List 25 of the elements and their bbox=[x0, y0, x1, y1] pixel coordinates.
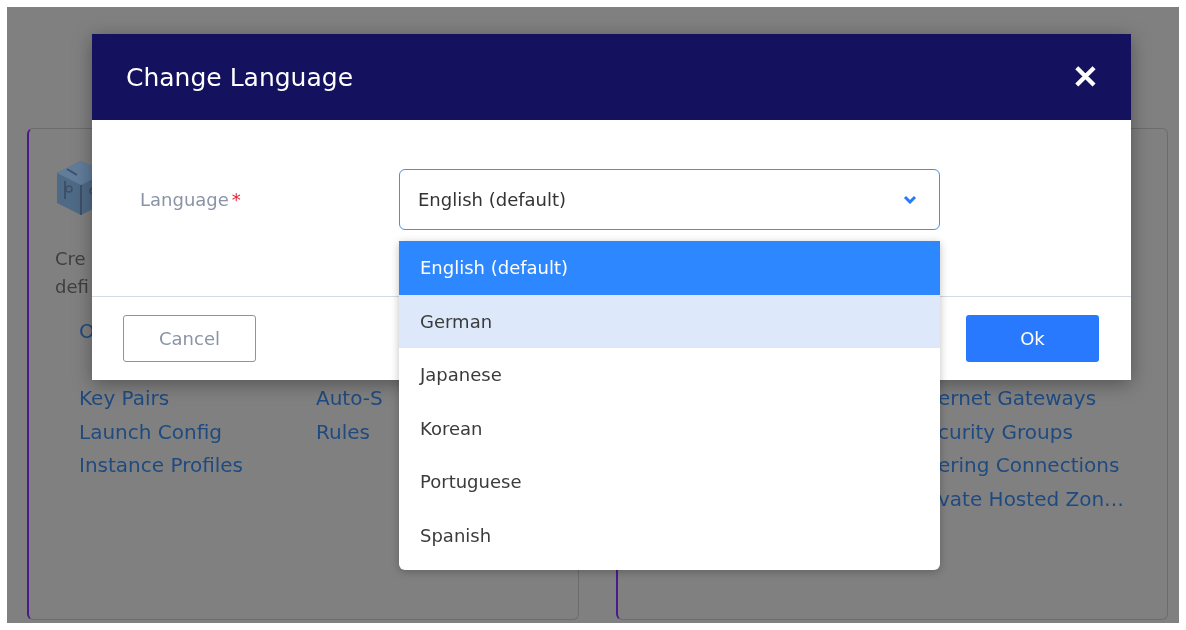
resource-link[interactable]: Launch Config bbox=[79, 415, 222, 449]
dialog-title: Change Language bbox=[126, 62, 354, 92]
resource-link[interactable]: vate Hosted Zon… bbox=[938, 482, 1125, 516]
language-option[interactable]: English (default) bbox=[399, 241, 940, 295]
resource-link[interactable]: ernet Gateways bbox=[938, 382, 1097, 416]
ok-button[interactable]: Ok bbox=[966, 315, 1099, 362]
language-option[interactable]: Japanese bbox=[399, 348, 940, 402]
close-button[interactable]: ✕ bbox=[1072, 61, 1099, 93]
resource-link[interactable]: curity Groups bbox=[938, 415, 1073, 449]
resource-link[interactable]: Key Pairs bbox=[79, 382, 170, 416]
field-label: Language bbox=[140, 188, 229, 212]
language-option[interactable]: Korean bbox=[399, 401, 940, 455]
resource-link[interactable]: Auto-S bbox=[316, 382, 383, 416]
language-select[interactable]: English (default) bbox=[399, 169, 940, 230]
resource-link[interactable]: Instance Profiles bbox=[79, 449, 244, 483]
resource-link[interactable]: Rules bbox=[316, 415, 370, 449]
description-text: defi bbox=[55, 275, 89, 299]
language-option[interactable]: Spanish bbox=[399, 508, 940, 562]
resource-link[interactable]: ering Connections bbox=[938, 449, 1120, 483]
chevron-down-icon bbox=[903, 195, 917, 204]
description-text: Cre bbox=[55, 247, 86, 271]
required-mark: * bbox=[231, 189, 241, 210]
language-option[interactable]: German bbox=[399, 294, 940, 348]
cancel-button[interactable]: Cancel bbox=[123, 315, 256, 362]
language-option[interactable]: Portuguese bbox=[399, 455, 940, 509]
